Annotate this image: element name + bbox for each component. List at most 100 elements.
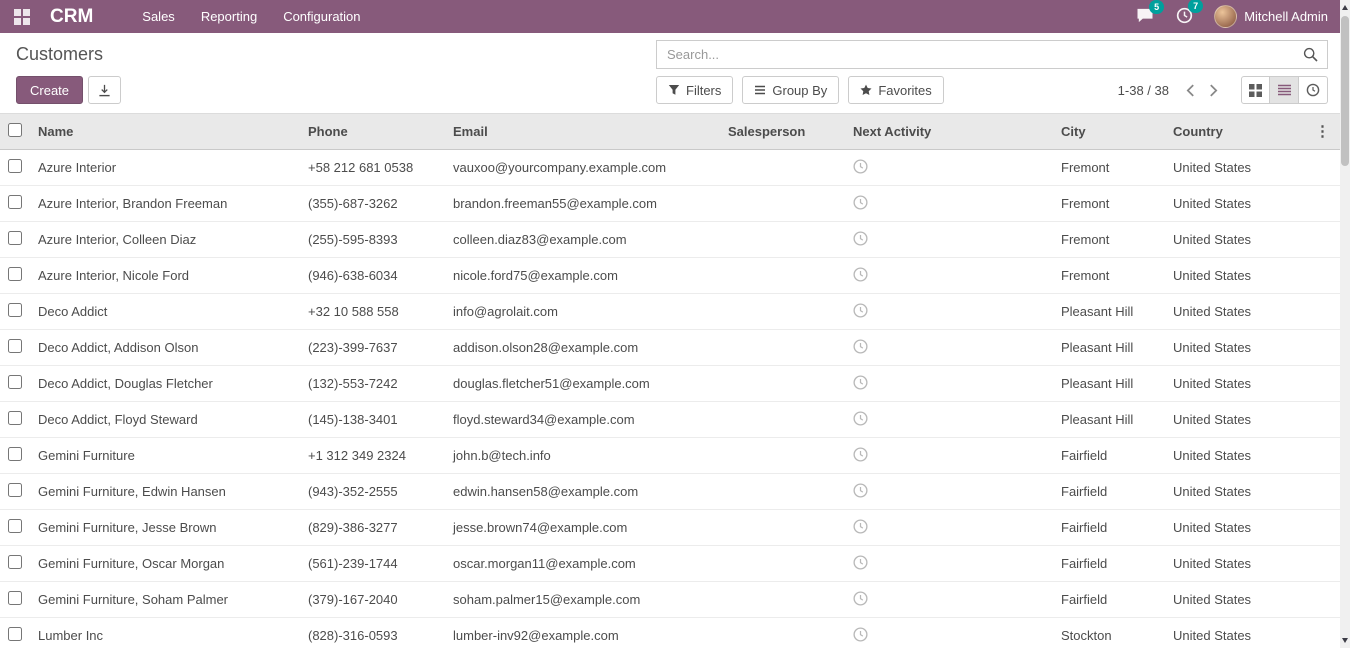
row-checkbox[interactable]: [8, 339, 22, 353]
cell-next-activity[interactable]: [845, 150, 1053, 186]
cell-name[interactable]: Azure Interior, Colleen Diaz: [30, 222, 300, 258]
cell-salesperson[interactable]: [720, 510, 845, 546]
cell-salesperson[interactable]: [720, 150, 845, 186]
cell-salesperson[interactable]: [720, 474, 845, 510]
cell-name[interactable]: Gemini Furniture, Jesse Brown: [30, 510, 300, 546]
cell-next-activity[interactable]: [845, 582, 1053, 618]
cell-country[interactable]: United States: [1165, 618, 1271, 648]
user-menu[interactable]: Mitchell Admin: [1204, 5, 1328, 28]
cell-email[interactable]: info@agrolait.com: [445, 294, 720, 330]
optional-columns-toggle[interactable]: ⋮: [1309, 124, 1336, 139]
cell-next-activity[interactable]: [845, 546, 1053, 582]
cell-next-activity[interactable]: [845, 330, 1053, 366]
cell-city[interactable]: Fremont: [1053, 258, 1165, 294]
cell-phone[interactable]: (946)-638-6034: [300, 258, 445, 294]
cell-country[interactable]: United States: [1165, 402, 1271, 438]
column-header-city[interactable]: City: [1053, 114, 1165, 150]
column-header-salesperson[interactable]: Salesperson: [720, 114, 845, 150]
column-header-country[interactable]: Country: [1165, 114, 1271, 150]
row-checkbox[interactable]: [8, 195, 22, 209]
cell-country[interactable]: United States: [1165, 222, 1271, 258]
activity-view-button[interactable]: [1299, 76, 1328, 104]
cell-salesperson[interactable]: [720, 258, 845, 294]
customer-row[interactable]: Deco Addict, Douglas Fletcher (132)-553-…: [0, 366, 1340, 402]
cell-city[interactable]: Pleasant Hill: [1053, 366, 1165, 402]
cell-city[interactable]: Fairfield: [1053, 510, 1165, 546]
cell-country[interactable]: United States: [1165, 582, 1271, 618]
cell-country[interactable]: United States: [1165, 186, 1271, 222]
customer-row[interactable]: Lumber Inc (828)-316-0593 lumber-inv92@e…: [0, 618, 1340, 648]
cell-phone[interactable]: (355)-687-3262: [300, 186, 445, 222]
cell-salesperson[interactable]: [720, 438, 845, 474]
cell-name[interactable]: Deco Addict, Floyd Steward: [30, 402, 300, 438]
customer-row[interactable]: Deco Addict, Floyd Steward (145)-138-340…: [0, 402, 1340, 438]
cell-country[interactable]: United States: [1165, 510, 1271, 546]
cell-city[interactable]: Pleasant Hill: [1053, 330, 1165, 366]
row-checkbox[interactable]: [8, 375, 22, 389]
cell-email[interactable]: oscar.morgan11@example.com: [445, 546, 720, 582]
cell-city[interactable]: Fairfield: [1053, 474, 1165, 510]
row-checkbox[interactable]: [8, 591, 22, 605]
customer-row[interactable]: Azure Interior, Colleen Diaz (255)-595-8…: [0, 222, 1340, 258]
cell-city[interactable]: Fairfield: [1053, 546, 1165, 582]
cell-country[interactable]: United States: [1165, 546, 1271, 582]
cell-next-activity[interactable]: [845, 618, 1053, 648]
cell-next-activity[interactable]: [845, 438, 1053, 474]
column-header-name[interactable]: Name: [30, 114, 300, 150]
cell-phone[interactable]: (223)-399-7637: [300, 330, 445, 366]
cell-next-activity[interactable]: [845, 402, 1053, 438]
cell-salesperson[interactable]: [720, 582, 845, 618]
customer-row[interactable]: Deco Addict +32 10 588 558 info@agrolait…: [0, 294, 1340, 330]
column-header-next-activity[interactable]: Next Activity: [845, 114, 1053, 150]
cell-city[interactable]: Fremont: [1053, 222, 1165, 258]
cell-country[interactable]: United States: [1165, 438, 1271, 474]
cell-country[interactable]: United States: [1165, 294, 1271, 330]
pager-range[interactable]: 1-38 / 38: [1118, 83, 1169, 98]
cell-city[interactable]: Fairfield: [1053, 582, 1165, 618]
cell-phone[interactable]: +1 312 349 2324: [300, 438, 445, 474]
cell-next-activity[interactable]: [845, 294, 1053, 330]
filters-button[interactable]: Filters: [656, 76, 733, 104]
cell-next-activity[interactable]: [845, 474, 1053, 510]
cell-salesperson[interactable]: [720, 222, 845, 258]
cell-name[interactable]: Gemini Furniture, Soham Palmer: [30, 582, 300, 618]
cell-name[interactable]: Azure Interior: [30, 150, 300, 186]
create-button[interactable]: Create: [16, 76, 83, 104]
customer-row[interactable]: Gemini Furniture, Oscar Morgan (561)-239…: [0, 546, 1340, 582]
cell-phone[interactable]: (829)-386-3277: [300, 510, 445, 546]
column-header-phone[interactable]: Phone: [300, 114, 445, 150]
row-checkbox[interactable]: [8, 267, 22, 281]
messages-button[interactable]: 5: [1125, 3, 1165, 31]
row-checkbox[interactable]: [8, 447, 22, 461]
cell-next-activity[interactable]: [845, 258, 1053, 294]
cell-next-activity[interactable]: [845, 222, 1053, 258]
cell-city[interactable]: Fremont: [1053, 150, 1165, 186]
scroll-down-arrow[interactable]: [1340, 633, 1350, 648]
apps-menu-button[interactable]: [4, 1, 40, 33]
cell-salesperson[interactable]: [720, 546, 845, 582]
row-checkbox[interactable]: [8, 519, 22, 533]
customer-row[interactable]: Azure Interior, Brandon Freeman (355)-68…: [0, 186, 1340, 222]
pager-previous-button[interactable]: [1179, 82, 1202, 99]
cell-email[interactable]: edwin.hansen58@example.com: [445, 474, 720, 510]
cell-name[interactable]: Deco Addict, Addison Olson: [30, 330, 300, 366]
customer-row[interactable]: Gemini Furniture, Jesse Brown (829)-386-…: [0, 510, 1340, 546]
cell-salesperson[interactable]: [720, 186, 845, 222]
cell-phone[interactable]: (828)-316-0593: [300, 618, 445, 648]
cell-name[interactable]: Gemini Furniture, Edwin Hansen: [30, 474, 300, 510]
cell-next-activity[interactable]: [845, 186, 1053, 222]
list-view-button[interactable]: [1270, 76, 1299, 104]
menu-configuration[interactable]: Configuration: [270, 0, 373, 33]
cell-phone[interactable]: (132)-553-7242: [300, 366, 445, 402]
cell-email[interactable]: soham.palmer15@example.com: [445, 582, 720, 618]
cell-email[interactable]: vauxoo@yourcompany.example.com: [445, 150, 720, 186]
cell-next-activity[interactable]: [845, 510, 1053, 546]
row-checkbox[interactable]: [8, 411, 22, 425]
scroll-up-arrow[interactable]: [1340, 0, 1350, 15]
cell-name[interactable]: Gemini Furniture: [30, 438, 300, 474]
cell-name[interactable]: Azure Interior, Brandon Freeman: [30, 186, 300, 222]
pager-next-button[interactable]: [1202, 82, 1225, 99]
customer-row[interactable]: Azure Interior, Nicole Ford (946)-638-60…: [0, 258, 1340, 294]
cell-email[interactable]: colleen.diaz83@example.com: [445, 222, 720, 258]
app-title[interactable]: CRM: [50, 6, 93, 28]
